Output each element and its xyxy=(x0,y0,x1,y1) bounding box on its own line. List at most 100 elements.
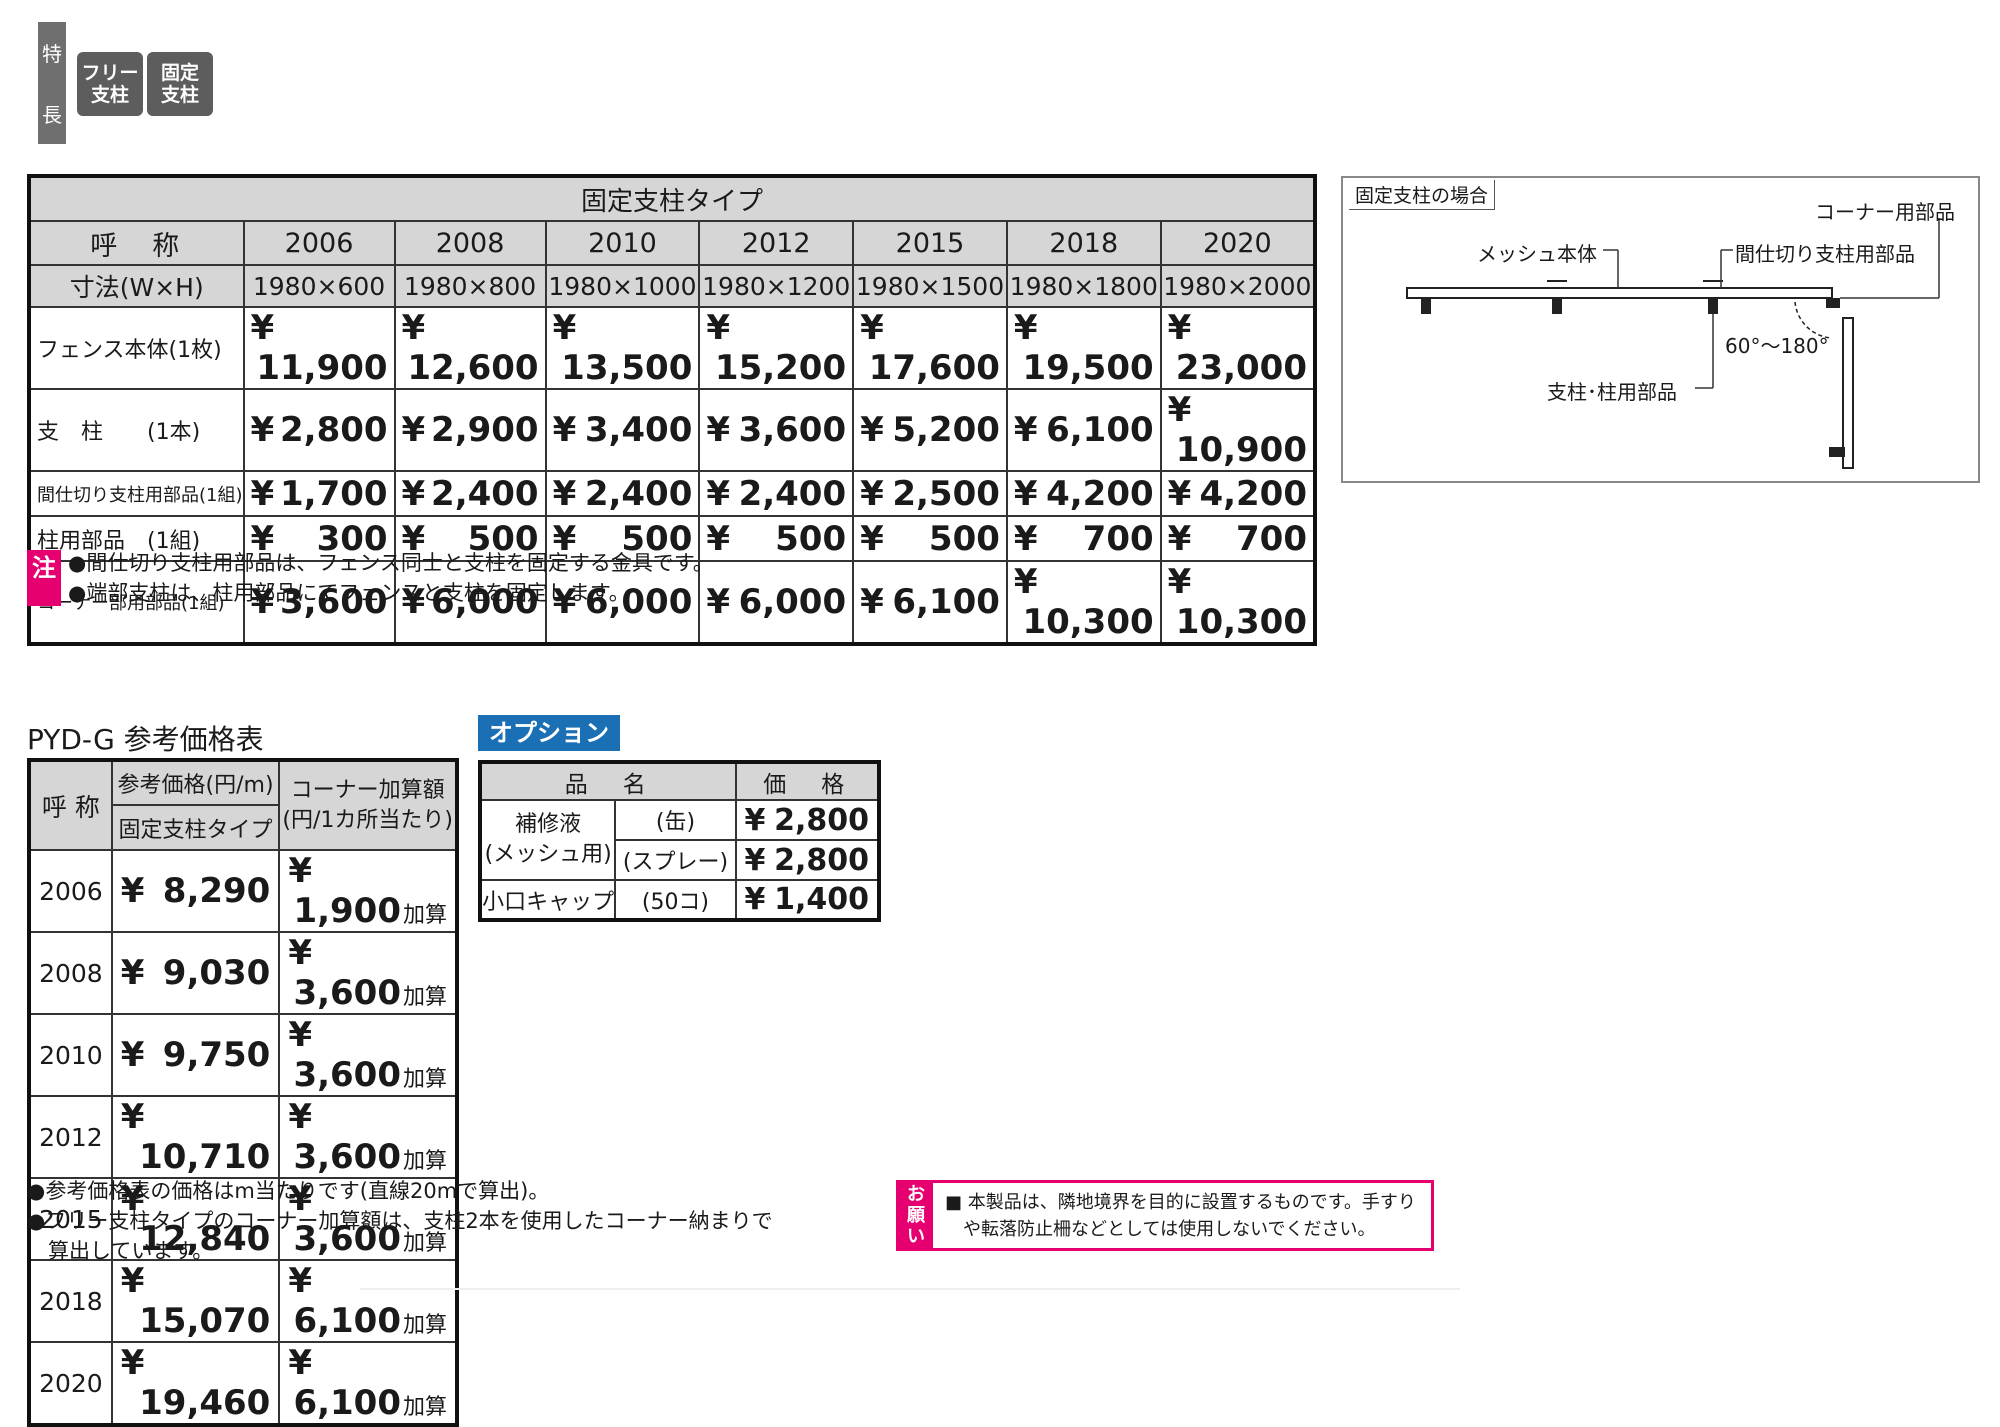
yen-symbol: ¥ xyxy=(860,308,884,348)
yen-symbol: ¥ xyxy=(1013,410,1038,450)
table-row: 補修液 (メッシュ用) (缶) ¥ 2,800 xyxy=(478,799,881,881)
yen-symbol: ¥ xyxy=(250,308,275,348)
yen-symbol: ¥ xyxy=(401,308,426,348)
row-label: フェンス本体(1枚) xyxy=(28,306,245,390)
price-cell: ¥6,100 xyxy=(852,560,1008,645)
ref-name-label: 呼 称 xyxy=(28,759,113,851)
price-value: 4,200 xyxy=(1046,473,1154,514)
request-tag: お 願 い xyxy=(899,1183,933,1248)
price-cell: ¥4,200 xyxy=(1159,470,1317,517)
price-value: 11,900 xyxy=(256,348,388,388)
table-row: 支 柱 (1本) ¥2,800 ¥2,900 ¥3,400 ¥3,600 ¥5,200 ¥6… xyxy=(28,388,1317,472)
yen-symbol: ¥ xyxy=(552,410,577,450)
price-cell: ¥2,900 xyxy=(393,388,547,472)
ref-type-label: 固定支柱タイプ xyxy=(110,804,281,851)
row-label: 支 柱 (1本) xyxy=(28,388,245,472)
ref-note-line: ●フリー支柱タイプのコーナー加算額は、支柱2本を使用したコーナー納まりで xyxy=(27,1209,773,1233)
price-value: 15,200 xyxy=(714,348,847,388)
price-cell: ¥500 xyxy=(852,515,1008,562)
price-cell: ¥23,000 xyxy=(1159,306,1317,390)
price-value: 6,100 xyxy=(892,582,1000,622)
code-row: 呼 称 2006 2008 2010 2012 2015 2018 2020 xyxy=(28,220,1317,266)
price-cell: ¥12,600 xyxy=(393,306,547,390)
price-value: 2,500 xyxy=(892,473,1000,514)
cap-variant: (50コ) xyxy=(614,879,737,921)
code-cell: 2008 xyxy=(393,220,547,266)
price-cell: ¥13,500 xyxy=(544,306,701,390)
price-value: 19,500 xyxy=(1022,348,1154,388)
price-cell: ¥15,200 xyxy=(698,306,855,390)
price-cell: ¥1,700 xyxy=(242,470,396,517)
yen-symbol: ¥ xyxy=(1167,473,1192,514)
code-cell: 2020 xyxy=(1159,220,1317,266)
yen-symbol: ¥ xyxy=(1167,390,1192,430)
price-value: 500 xyxy=(928,518,1000,559)
ref-price: ¥9,030 xyxy=(110,931,281,1015)
ref-price: ¥15,070 xyxy=(110,1259,281,1343)
fence-line xyxy=(1406,287,1833,299)
ref-corner-label: コーナー加算額 (円/1カ所当たり) xyxy=(278,759,458,851)
yen-symbol: ¥ xyxy=(1167,308,1192,348)
table-title: 固定支柱タイプ xyxy=(28,175,1316,222)
size-cell: 1980×2000 xyxy=(1159,264,1317,308)
reference-table-title: PYD-G 参考価格表 xyxy=(27,723,264,756)
price-cell: ¥6,100 xyxy=(1005,388,1162,472)
price-value: 5,200 xyxy=(892,410,1000,450)
price-value: 3,600 xyxy=(738,410,847,450)
table-row: 2006 ¥8,290 ¥1,900加算 xyxy=(28,849,458,933)
fence-line-vertical xyxy=(1842,317,1854,469)
price-value: 23,000 xyxy=(1175,348,1307,388)
code-cell: 2012 xyxy=(698,220,855,266)
ref-corner-price: ¥3,600加算 xyxy=(278,1013,458,1097)
price-cell: ¥19,500 xyxy=(1005,306,1162,390)
size-label: 寸法(W×H) xyxy=(28,264,245,308)
ref-price: ¥9,750 xyxy=(110,1013,281,1097)
yen-symbol: ¥ xyxy=(1013,518,1038,559)
post-mark xyxy=(1829,447,1845,457)
cap-name: 小口キャップ xyxy=(478,879,617,921)
size-cell: 1980×600 xyxy=(242,264,396,308)
price-value: 4,200 xyxy=(1199,473,1307,514)
yen-symbol: ¥ xyxy=(401,473,426,514)
fixed-post-diagram: 固定支柱の場合 コーナー用部品 メッシュ本体 間仕切り支柱用部品 60°〜180… xyxy=(1341,176,1980,483)
price-cell: ¥500 xyxy=(698,515,855,562)
price-value: 2,900 xyxy=(431,410,539,450)
ref-corner-price: ¥3,600加算 xyxy=(278,931,458,1015)
table-row: 小口キャップ (50コ) ¥ 1,400 xyxy=(478,879,881,921)
request-box: お 願 い ■ 本製品は、隣地境界を目的に設置するものです。手すり や転落防止柵… xyxy=(896,1180,1434,1251)
price-cell: ¥3,400 xyxy=(544,388,701,472)
price-value: 2,400 xyxy=(738,473,847,514)
price-cell: ¥700 xyxy=(1005,515,1162,562)
price-value: 17,600 xyxy=(868,348,1000,388)
price-value: 1,700 xyxy=(280,473,388,514)
divider xyxy=(360,1288,1460,1290)
price-value: 700 xyxy=(1236,518,1307,559)
code-cell: 2015 xyxy=(852,220,1008,266)
price-cell: ¥2,800 xyxy=(242,388,396,472)
option-table: 品 名 価 格 補修液 (メッシュ用) (缶) ¥ 2,800 (スプレー) ¥… xyxy=(478,760,881,922)
yen-symbol: ¥ xyxy=(250,410,275,450)
option-variant: (缶) xyxy=(614,799,737,841)
yen-symbol: ¥ xyxy=(401,410,426,450)
label-angle: 60°〜180° xyxy=(1725,334,1829,358)
note-line: ●間仕切り支柱用部品は、フェンス同士と支柱を固定する金具です。 xyxy=(68,551,714,575)
yen-symbol: ¥ xyxy=(860,582,884,622)
repair-liquid-name: 補修液 (メッシュ用) xyxy=(478,799,617,881)
price-cell: ¥2,400 xyxy=(393,470,547,517)
ref-code: 2018 xyxy=(28,1259,113,1343)
label-partition-part: 間仕切り支柱用部品 xyxy=(1735,242,1915,266)
option-name-header: 品 名 xyxy=(479,761,737,801)
table-row: 2008 ¥9,030 ¥3,600加算 xyxy=(28,931,458,1015)
yen-symbol: ¥ xyxy=(1167,562,1192,602)
price-value: 12,600 xyxy=(407,348,539,388)
price-cell: ¥4,200 xyxy=(1005,470,1162,517)
feature-side-char: 長 xyxy=(42,103,62,127)
table-row: 2020 ¥19,460 ¥6,100加算 xyxy=(28,1341,458,1426)
option-price: ¥ 2,800 xyxy=(734,839,881,881)
yen-symbol: ¥ xyxy=(250,473,275,514)
yen-symbol: ¥ xyxy=(1013,473,1038,514)
size-row: 寸法(W×H) 1980×600 1980×800 1980×1000 1980… xyxy=(28,264,1317,308)
name-label: 呼 称 xyxy=(28,220,245,266)
ref-note-line: 算出しています。 xyxy=(27,1239,214,1263)
price-cell: ¥700 xyxy=(1159,515,1317,562)
